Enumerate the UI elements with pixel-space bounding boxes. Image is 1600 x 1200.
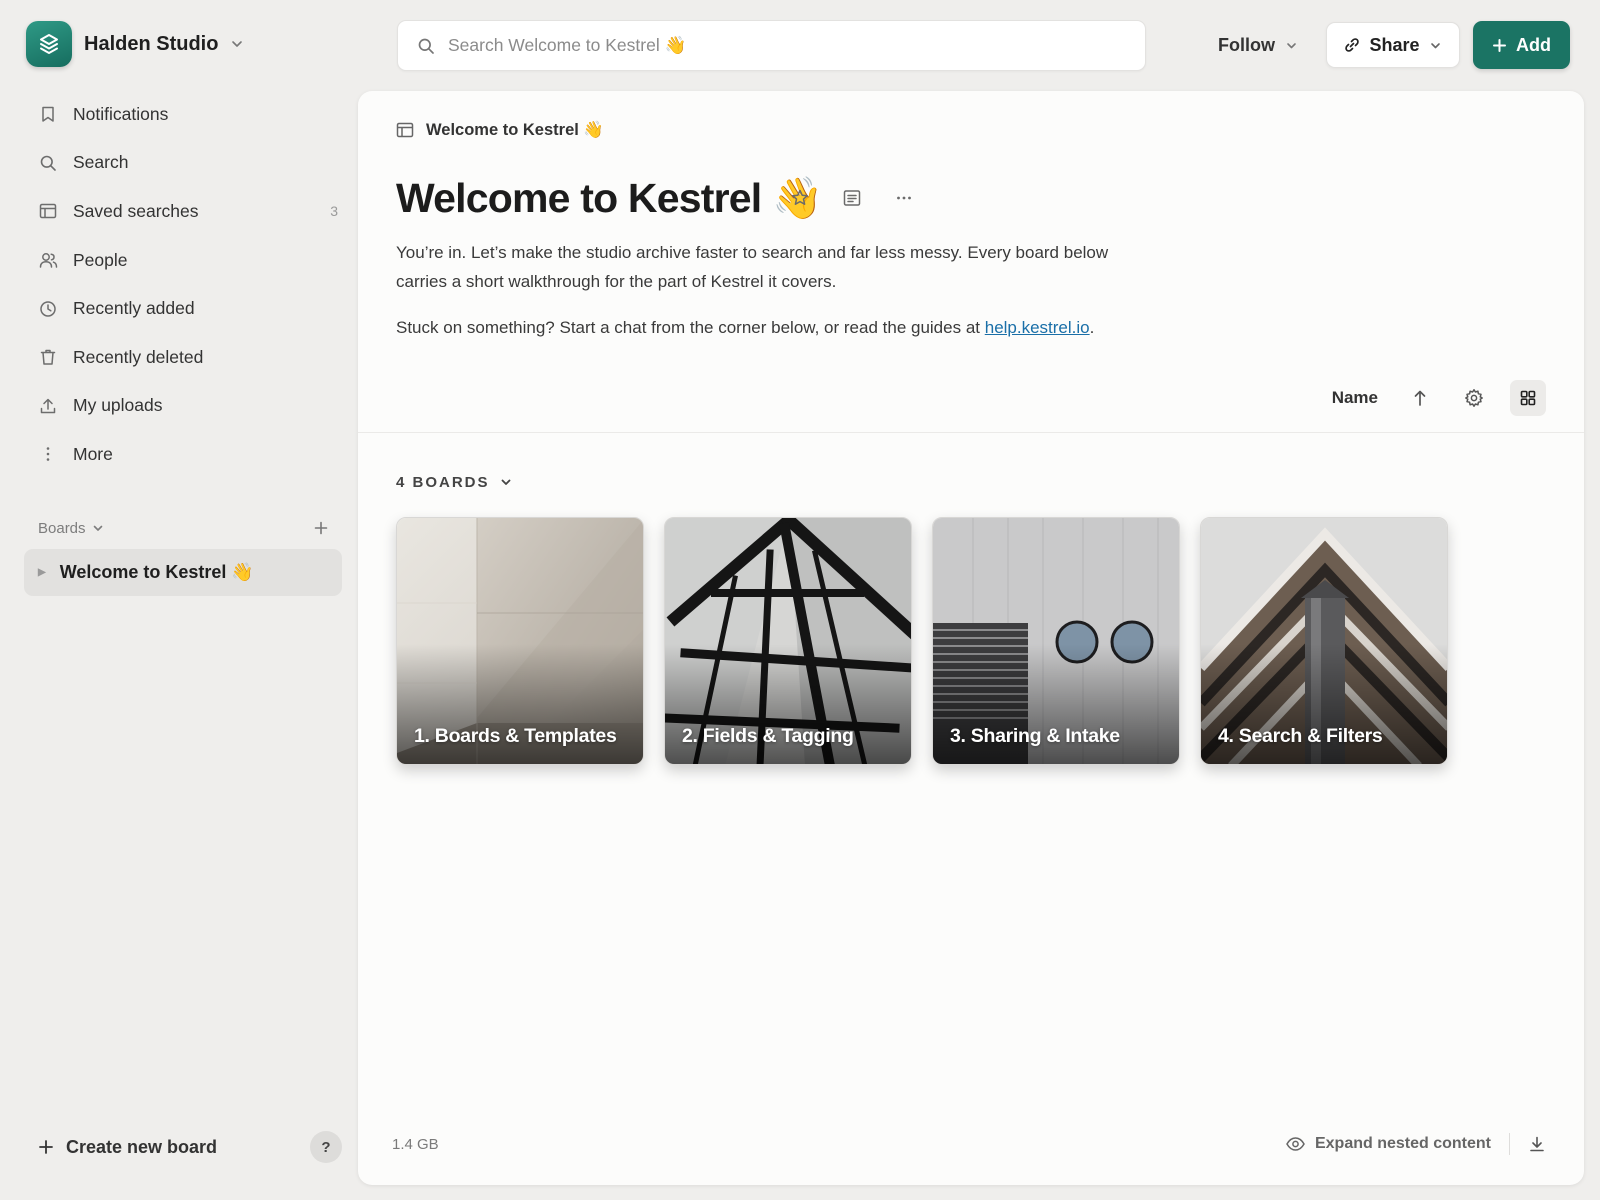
search-bar: [397, 20, 1146, 71]
title-actions: [790, 183, 914, 213]
download-icon[interactable]: [1528, 1135, 1546, 1153]
workspace-name: Halden Studio: [84, 32, 219, 55]
breadcrumb-current[interactable]: Welcome to Kestrel 👋: [426, 121, 604, 140]
gear-icon[interactable]: [1456, 380, 1492, 416]
search-input[interactable]: [448, 35, 1145, 56]
more-vertical-icon: [38, 444, 58, 464]
add-button[interactable]: Add: [1473, 21, 1570, 69]
boards-count: 4 BOARDS: [396, 473, 490, 491]
main-panel: Welcome to Kestrel 👋 Welcome to Kestrel …: [358, 91, 1584, 1185]
add-label: Add: [1516, 34, 1551, 55]
divider: [1509, 1133, 1510, 1155]
sidebar-item-more[interactable]: More: [24, 430, 342, 479]
star-icon[interactable]: [790, 188, 810, 208]
search-icon: [38, 153, 58, 173]
sidebar-item-recently-added[interactable]: Recently added: [24, 284, 342, 333]
breadcrumb: Welcome to Kestrel 👋: [396, 118, 604, 142]
grid-view-icon[interactable]: [1510, 380, 1546, 416]
create-board-button[interactable]: Create new board: [38, 1133, 217, 1161]
create-board-label: Create new board: [66, 1136, 218, 1157]
boards-count-toggle[interactable]: 4 BOARDS: [396, 471, 512, 493]
board-card[interactable]: 1. Boards & Templates: [396, 517, 644, 765]
help-button[interactable]: ?: [310, 1131, 342, 1163]
workspace-switcher[interactable]: Halden Studio: [26, 21, 244, 67]
chevron-down-icon: [92, 522, 104, 534]
sidebar-item-notifications[interactable]: Notifications: [24, 90, 342, 139]
saved-search-icon: [38, 201, 58, 221]
sidebar-item-label: Recently added: [73, 298, 195, 319]
board-card[interactable]: 3. Sharing & Intake: [932, 517, 1180, 765]
follow-button[interactable]: Follow: [1218, 30, 1298, 60]
eye-icon: [1286, 1137, 1305, 1151]
clock-icon: [38, 299, 58, 319]
board-card-label: 3. Sharing & Intake: [950, 725, 1120, 747]
board-card-label: 4. Search & Filters: [1218, 725, 1383, 747]
board-card[interactable]: 2. Fields & Tagging: [664, 517, 912, 765]
chevron-down-icon: [500, 476, 512, 488]
sidebar-item-label: More: [73, 443, 113, 464]
boards-section-label: Boards: [38, 519, 86, 537]
people-icon: [38, 250, 58, 270]
sidebar-nav: Notifications Search Saved searches 3 Pe…: [24, 90, 342, 479]
board-card[interactable]: 4. Search & Filters: [1200, 517, 1448, 765]
share-label: Share: [1369, 34, 1420, 55]
chevron-down-icon: [1285, 39, 1298, 52]
description-text: Stuck on something? Start a chat from th…: [396, 318, 980, 337]
board-cards: 1. Boards & Templates 2. Fields & Taggin…: [396, 517, 1448, 765]
link-icon: [1344, 37, 1360, 53]
board-icon: [396, 121, 414, 139]
more-horizontal-icon[interactable]: [894, 188, 914, 208]
board-card-label: 2. Fields & Tagging: [682, 725, 854, 747]
expand-nested-content-button[interactable]: Expand nested content: [1286, 1135, 1491, 1153]
sidebar-item-label: My uploads: [73, 395, 163, 416]
sidebar-item-recently-deleted[interactable]: Recently deleted: [24, 333, 342, 382]
expand-nested-label: Expand nested content: [1314, 1135, 1491, 1152]
upload-icon: [38, 396, 58, 416]
chevron-down-icon: [230, 37, 244, 51]
sidebar-item-label: Search: [73, 152, 129, 173]
trash-icon: [38, 347, 58, 367]
sort-field-button[interactable]: Name: [1332, 388, 1378, 408]
footer-actions: Expand nested content: [1286, 1131, 1546, 1157]
search-icon: [417, 37, 435, 55]
description-paragraph: You’re in. Let’s make the studio archive…: [396, 243, 1109, 291]
help-link[interactable]: help.kestrel.io: [985, 318, 1090, 337]
caret-right-icon[interactable]: ▶: [38, 567, 46, 578]
description-icon[interactable]: [842, 188, 862, 208]
view-toolbar: Name: [1332, 380, 1546, 416]
sidebar-board-label: Welcome to Kestrel 👋: [59, 562, 254, 582]
sort-ascending-icon[interactable]: [1402, 380, 1438, 416]
plus-icon: [38, 1139, 54, 1155]
description-period: .: [1089, 318, 1095, 337]
sidebar-item-my-uploads[interactable]: My uploads: [24, 382, 342, 431]
sidebar-item-search[interactable]: Search: [24, 139, 342, 188]
sidebar-item-label: Recently deleted: [73, 346, 204, 367]
page-title: Welcome to Kestrel 👋: [396, 175, 823, 221]
sidebar-board-welcome[interactable]: ▶ Welcome to Kestrel 👋: [24, 549, 342, 596]
divider: [358, 432, 1584, 433]
plus-icon: [1492, 38, 1507, 53]
sidebar-item-label: People: [73, 249, 128, 270]
description-paragraph: Stuck on something? Start a chat from th…: [396, 313, 1116, 342]
follow-label: Follow: [1218, 34, 1275, 55]
add-board-button[interactable]: [314, 521, 328, 535]
sidebar-item-people[interactable]: People: [24, 236, 342, 285]
storage-usage: 1.4 GB: [392, 1136, 439, 1153]
share-button[interactable]: Share: [1326, 22, 1460, 68]
page-description: You’re in. Let’s make the studio archive…: [396, 238, 1116, 342]
saved-searches-count: 3: [330, 203, 338, 220]
boards-section-toggle[interactable]: Boards: [38, 520, 104, 537]
sidebar-item-saved-searches[interactable]: Saved searches 3: [24, 187, 342, 236]
board-card-label: 1. Boards & Templates: [414, 725, 617, 747]
sidebar-item-label: Notifications: [73, 103, 169, 124]
workspace-logo-icon: [26, 21, 72, 67]
sidebar-item-label: Saved searches: [73, 200, 199, 221]
bookmark-icon: [38, 104, 58, 124]
boards-section-header: Boards: [38, 516, 328, 540]
chevron-down-icon: [1429, 39, 1442, 52]
